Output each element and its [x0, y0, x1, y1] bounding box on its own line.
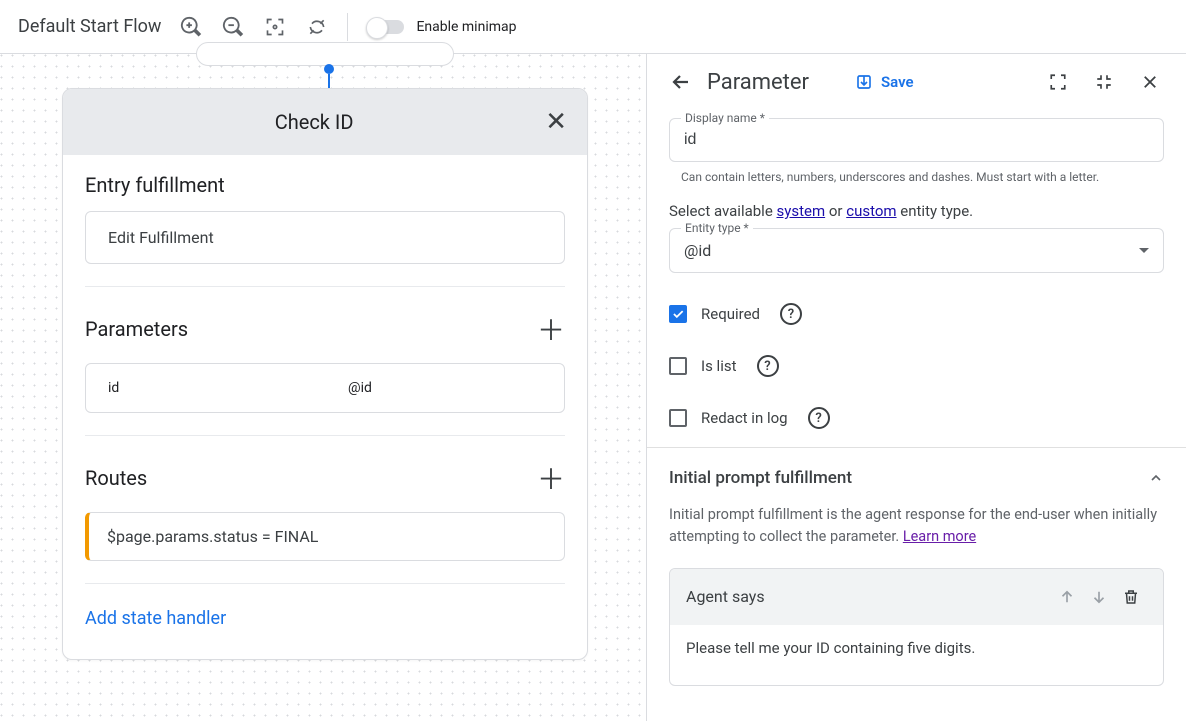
- flow-title: Default Start Flow: [18, 16, 161, 37]
- param-name: id: [108, 380, 348, 396]
- divider: [347, 13, 348, 41]
- minimap-label: Enable minimap: [416, 19, 516, 35]
- help-icon[interactable]: ?: [757, 355, 779, 377]
- display-name-helptext: Can contain letters, numbers, underscore…: [681, 170, 1162, 184]
- back-icon[interactable]: [667, 68, 695, 96]
- learn-more-link[interactable]: Learn more: [903, 528, 976, 545]
- panel-title: Parameter: [707, 70, 809, 95]
- custom-link[interactable]: custom: [846, 202, 896, 220]
- move-down-icon[interactable]: [1083, 581, 1115, 613]
- entry-section-title: Entry fulfillment: [85, 173, 225, 197]
- move-up-icon[interactable]: [1051, 581, 1083, 613]
- canvas[interactable]: Check ID ✕ Entry fulfillment Edit Fulfil…: [0, 54, 646, 721]
- divider: [85, 435, 565, 436]
- close-icon[interactable]: ✕: [545, 107, 567, 137]
- divider: [85, 286, 565, 287]
- collapse-icon[interactable]: [1090, 68, 1118, 96]
- zoom-out-icon[interactable]: [215, 9, 251, 45]
- edit-fulfillment-button[interactable]: Edit Fulfillment: [85, 211, 565, 264]
- params-section-title: Parameters: [85, 317, 188, 341]
- fit-view-icon[interactable]: [257, 9, 293, 45]
- ipf-accordion-header[interactable]: Initial prompt fulfillment: [669, 468, 1164, 488]
- divider: [85, 583, 565, 584]
- islist-label: Is list: [701, 357, 737, 375]
- refresh-icon[interactable]: [299, 9, 335, 45]
- param-entity: @id: [348, 380, 372, 396]
- help-icon[interactable]: ?: [808, 407, 830, 429]
- entity-type-sentence: Select available system or custom entity…: [669, 202, 1164, 220]
- parameter-row[interactable]: id @id: [85, 363, 565, 413]
- close-panel-icon[interactable]: [1136, 68, 1164, 96]
- routes-section-title: Routes: [85, 466, 147, 490]
- add-state-handler-link[interactable]: Add state handler: [85, 608, 565, 629]
- save-button[interactable]: Save: [855, 73, 914, 91]
- system-link[interactable]: system: [777, 202, 826, 220]
- route-row[interactable]: $page.params.status = FINAL: [85, 512, 565, 561]
- save-label: Save: [881, 73, 914, 91]
- ipf-title: Initial prompt fulfillment: [669, 468, 852, 488]
- entity-type-label: Entity type *: [681, 221, 753, 235]
- agent-says-text[interactable]: Please tell me your ID containing five d…: [670, 625, 1163, 685]
- agent-says-box: Agent says Please tell me your ID: [669, 568, 1164, 686]
- islist-checkbox[interactable]: [669, 357, 687, 375]
- add-parameter-icon[interactable]: ＋: [537, 309, 565, 349]
- chevron-down-icon: [1139, 248, 1149, 253]
- ipf-description: Initial prompt fulfillment is the agent …: [669, 504, 1164, 548]
- entity-type-value: @id: [684, 241, 711, 260]
- side-panel: Parameter Save: [646, 54, 1186, 721]
- required-checkbox[interactable]: [669, 305, 687, 323]
- agent-says-label: Agent says: [686, 587, 1051, 606]
- node-title: Check ID: [83, 110, 545, 134]
- minimap-toggle[interactable]: [368, 20, 404, 34]
- display-name-label: Display name *: [681, 111, 769, 125]
- toolbar: Default Start Flow Enable minimap: [0, 0, 1186, 54]
- node-card: Check ID ✕ Entry fulfillment Edit Fulfil…: [62, 88, 588, 660]
- redact-label: Redact in log: [701, 409, 788, 427]
- required-label: Required: [701, 305, 760, 323]
- upstream-node[interactable]: [196, 42, 454, 66]
- zoom-in-icon[interactable]: [173, 9, 209, 45]
- delete-icon[interactable]: [1115, 581, 1147, 613]
- add-route-icon[interactable]: ＋: [537, 458, 565, 498]
- chevron-up-icon: [1148, 470, 1164, 486]
- redact-checkbox[interactable]: [669, 409, 687, 427]
- fullscreen-icon[interactable]: [1044, 68, 1072, 96]
- help-icon[interactable]: ?: [780, 303, 802, 325]
